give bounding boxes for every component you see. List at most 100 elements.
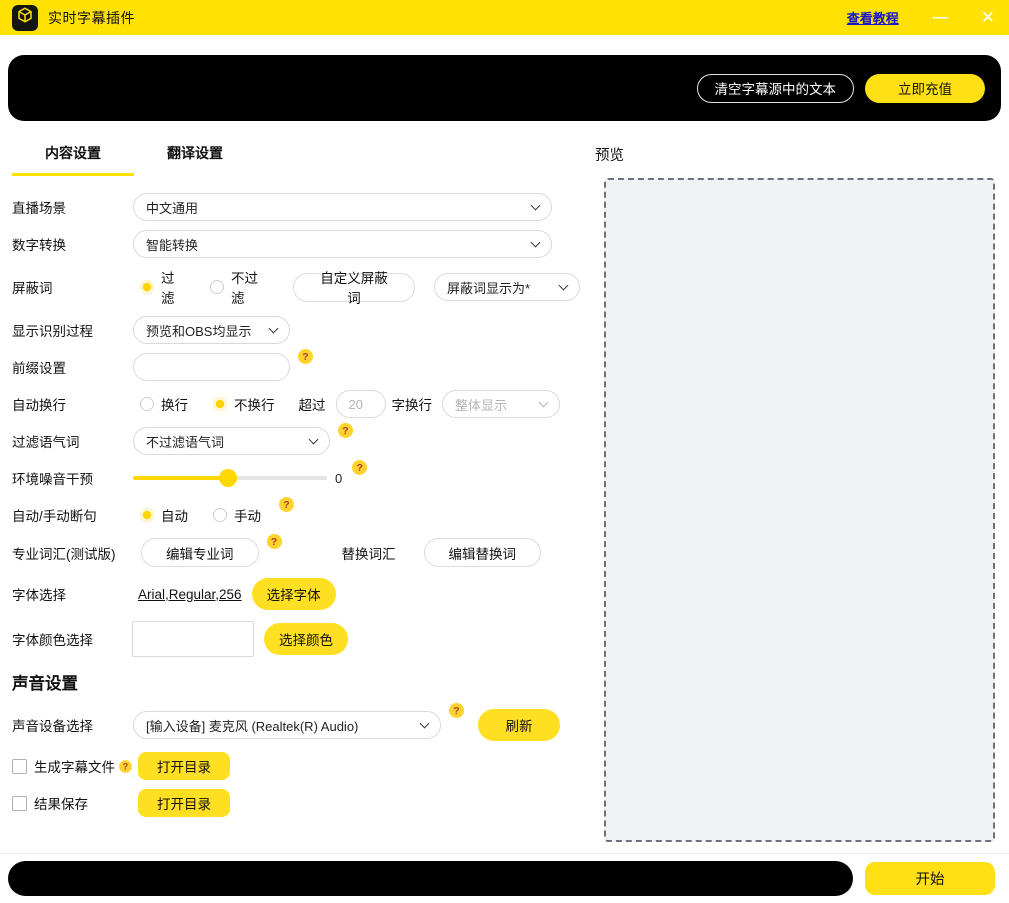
row-blocked-words: 屏蔽词 过滤 不过滤 自定义屏蔽词 屏蔽词显示为*: [12, 267, 580, 307]
row-show-process: 显示识别过程 预览和OBS均显示: [12, 316, 580, 344]
close-button[interactable]: ✕: [981, 9, 995, 26]
filter-modal-select[interactable]: 不过滤语气词: [133, 427, 330, 455]
help-icon[interactable]: ?: [119, 760, 132, 773]
replace-words-label: 替换词汇: [342, 543, 396, 563]
clear-subtitle-text-button[interactable]: 清空字幕源中的文本: [697, 74, 855, 103]
blocked-words-label: 屏蔽词: [12, 277, 133, 297]
number-convert-value: 智能转换: [146, 235, 198, 254]
show-process-value: 预览和OBS均显示: [146, 321, 251, 340]
settings-tabs: 内容设置 翻译设置: [12, 143, 580, 176]
preview-box: [604, 178, 995, 842]
result-save-checkbox[interactable]: [12, 796, 27, 811]
auto-wrap-label: 自动换行: [12, 394, 133, 414]
help-icon[interactable]: ?: [298, 349, 313, 364]
row-subtitle-file: 生成字幕文件 ? 打开目录: [12, 752, 580, 780]
row-result-save: 结果保存 打开目录: [12, 789, 580, 817]
recharge-button[interactable]: 立即充值: [865, 74, 985, 103]
sound-settings-heading: 声音设置: [12, 670, 580, 694]
live-scene-select[interactable]: 中文通用: [133, 193, 552, 221]
radio-manual-break-label: 手动: [234, 505, 261, 525]
radio-manual-break[interactable]: [213, 508, 227, 522]
current-font-link[interactable]: Arial,Regular,256: [138, 587, 242, 602]
app-title: 实时字幕插件: [48, 8, 135, 28]
row-pro-words: 专业词汇(测试版) 编辑专业词 ? 替换词汇 编辑替换词: [12, 538, 580, 567]
chevron-down-icon: [531, 201, 541, 211]
sound-device-select[interactable]: [输入设备] 麦克风 (Realtek(R) Audio): [133, 711, 441, 739]
subtitle-file-checkbox[interactable]: [12, 759, 27, 774]
blocked-words-display-select[interactable]: 屏蔽词显示为*: [434, 273, 580, 301]
help-icon[interactable]: ?: [449, 703, 464, 718]
noise-slider-handle[interactable]: [219, 469, 237, 487]
main-area: 内容设置 翻译设置 直播场景 中文通用 数字转换 智能转换 屏蔽词 过滤 不过滤: [0, 121, 1009, 842]
chevron-down-icon: [309, 435, 319, 445]
exceed-label: 超过: [299, 394, 326, 414]
blocked-words-display-value: 屏蔽词显示为*: [447, 278, 530, 297]
radio-auto-break[interactable]: [140, 508, 154, 522]
choose-color-button[interactable]: 选择颜色: [264, 623, 348, 655]
custom-blocked-words-button[interactable]: 自定义屏蔽词: [293, 273, 415, 302]
exceed-count-input[interactable]: [336, 390, 386, 418]
prefix-input[interactable]: [133, 353, 290, 381]
radio-filter-label: 过滤: [161, 267, 185, 307]
row-sound-device: 声音设备选择 [输入设备] 麦克风 (Realtek(R) Audio) ? 刷…: [12, 707, 580, 743]
help-icon[interactable]: ?: [352, 460, 367, 475]
cube-icon: [16, 6, 34, 29]
minimize-button[interactable]: —: [933, 10, 947, 25]
tab-translate-settings[interactable]: 翻译设置: [134, 143, 256, 176]
prefix-label: 前缀设置: [12, 357, 133, 377]
preview-panel: 预览: [580, 143, 995, 842]
number-convert-select[interactable]: 智能转换: [133, 230, 552, 258]
font-select-label: 字体选择: [12, 584, 133, 604]
radio-wrap-label: 换行: [161, 394, 188, 414]
chevron-down-icon: [531, 238, 541, 248]
wrap-mode-select[interactable]: 整体显示: [442, 390, 560, 418]
show-process-select[interactable]: 预览和OBS均显示: [133, 316, 290, 344]
open-result-dir-button[interactable]: 打开目录: [138, 789, 230, 817]
edit-pro-words-button[interactable]: 编辑专业词: [141, 538, 259, 567]
edit-replace-words-button[interactable]: 编辑替换词: [424, 538, 542, 567]
result-save-label: 结果保存: [34, 793, 88, 813]
row-sentence-break: 自动/手动断句 自动 手动 ?: [12, 501, 580, 529]
row-font-select: 字体选择 Arial,Regular,256 选择字体: [12, 576, 580, 612]
radio-no-filter[interactable]: [210, 280, 224, 294]
wrap-mode-value: 整体显示: [455, 395, 507, 414]
radio-filter[interactable]: [140, 280, 154, 294]
chevron-down-icon: [539, 398, 549, 408]
subtitle-file-label: 生成字幕文件: [34, 756, 115, 776]
choose-font-button[interactable]: 选择字体: [252, 578, 336, 610]
help-icon[interactable]: ?: [279, 497, 294, 512]
live-scene-value: 中文通用: [146, 198, 198, 217]
noise-value: 0: [335, 471, 342, 486]
noise-slider[interactable]: [133, 469, 327, 487]
noise-label: 环境噪音干预: [12, 468, 133, 488]
row-live-scene: 直播场景 中文通用: [12, 193, 580, 221]
wrap-suffix-label: 字换行: [392, 394, 433, 414]
chevron-down-icon: [559, 281, 569, 291]
open-subtitle-dir-button[interactable]: 打开目录: [138, 752, 230, 780]
top-banner: 清空字幕源中的文本 立即充值: [8, 55, 1001, 121]
sound-device-label: 声音设备选择: [12, 715, 133, 735]
row-auto-wrap: 自动换行 换行 不换行 超过 字换行 整体显示: [12, 390, 580, 418]
radio-wrap[interactable]: [140, 397, 154, 411]
tutorial-link[interactable]: 查看教程: [847, 8, 899, 27]
preview-title: 预览: [595, 144, 995, 165]
radio-no-wrap[interactable]: [213, 397, 227, 411]
help-icon[interactable]: ?: [267, 534, 282, 549]
tab-content-settings[interactable]: 内容设置: [12, 143, 134, 176]
noise-slider-fill: [133, 476, 228, 480]
chevron-down-icon: [269, 324, 279, 334]
radio-no-filter-label: 不过滤: [231, 267, 267, 307]
live-scene-label: 直播场景: [12, 197, 133, 217]
filter-modal-value: 不过滤语气词: [146, 432, 224, 451]
settings-panel: 内容设置 翻译设置 直播场景 中文通用 数字转换 智能转换 屏蔽词 过滤 不过滤: [12, 143, 580, 842]
sound-device-value: [输入设备] 麦克风 (Realtek(R) Audio): [146, 716, 358, 735]
row-noise: 环境噪音干预 0 ?: [12, 464, 580, 492]
app-logo: [12, 5, 38, 31]
chevron-down-icon: [420, 719, 430, 729]
start-button[interactable]: 开始: [865, 862, 995, 895]
subtitle-status-bar: [8, 861, 853, 896]
help-icon[interactable]: ?: [338, 423, 353, 438]
refresh-device-button[interactable]: 刷新: [478, 709, 560, 741]
pro-words-label: 专业词汇(测试版): [12, 543, 141, 563]
font-color-input[interactable]: [132, 621, 254, 657]
